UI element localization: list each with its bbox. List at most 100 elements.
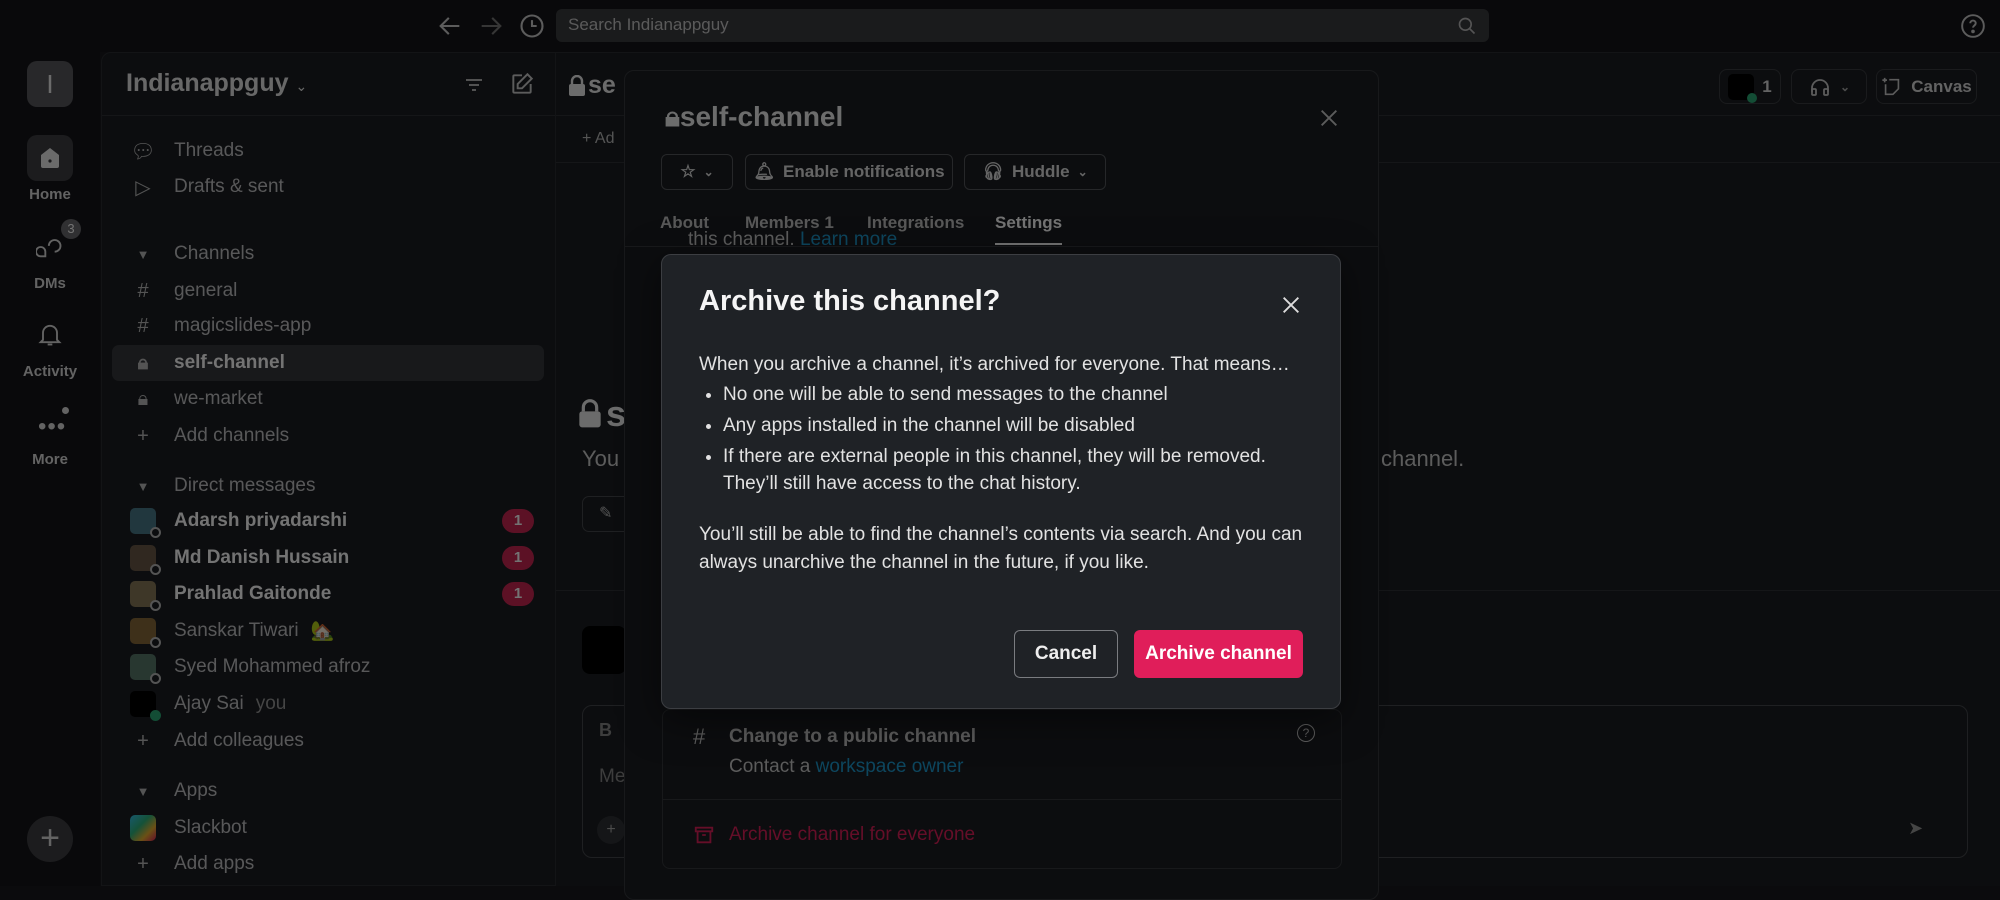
sidebar-item-self-channel[interactable]: 🔒︎ self-channel [112, 345, 544, 381]
sidebar-item-general[interactable]: # general [112, 273, 544, 309]
hash-icon: # [137, 279, 149, 302]
top-bar: Search Indianappguy [0, 0, 2000, 52]
channel-name: self-channel [174, 352, 285, 373]
change-to-public-row[interactable]: # Change to a public channel Contact a w… [663, 710, 1341, 799]
sidebar-item-we-market[interactable]: 🔒︎ we-market [112, 381, 544, 417]
huddle-dropdown-button[interactable]: 🎧︎ Huddle ⌄ [964, 154, 1106, 190]
plus-icon: + [137, 852, 149, 875]
help-icon[interactable]: ? [1297, 724, 1315, 742]
archive-everyone-label: Archive channel for everyone [729, 824, 976, 845]
huddle-label: Huddle [1011, 162, 1070, 181]
enable-notifications-button[interactable]: 🔔︎ Enable notifications [745, 154, 953, 190]
dm-name: Prahlad Gaitonde [174, 583, 332, 604]
sidebar-item-magicslides-app[interactable]: # magicslides-app [112, 308, 544, 344]
channel-name: magicslides-app [174, 315, 312, 336]
bold-format-button[interactable]: B [599, 720, 612, 741]
bullet-item: If there are external people in this cha… [723, 443, 1309, 497]
sidebar-item-drafts[interactable]: ▷ Drafts & sent [112, 169, 544, 205]
canvas-button[interactable]: Canvas [1876, 69, 1977, 104]
dm-name: Adarsh priyadarshi [174, 510, 348, 531]
dm-item-self[interactable]: Ajay Sai you [112, 686, 544, 722]
dialog-footer-text: You’ll still be able to find the channel… [699, 524, 1303, 573]
chevron-down-icon: ⌄ [1077, 165, 1088, 179]
channels-section-header[interactable]: ▼ Channels [112, 236, 544, 272]
huddle-button[interactable]: ⌄ [1791, 69, 1867, 104]
avatar [130, 508, 161, 538]
sidebar-header: Indianappguy ⌄ [102, 53, 555, 116]
you-label: you [255, 693, 287, 714]
lock-icon [578, 399, 602, 429]
workspace-name[interactable]: Indianappguy ⌄ [126, 69, 307, 98]
compose-icon[interactable] [509, 71, 535, 97]
channels-header-label: Channels [174, 243, 255, 264]
lock-icon: 🔒︎ [137, 387, 149, 410]
cancel-button[interactable]: Cancel [1014, 630, 1118, 678]
canvas-icon [1881, 76, 1903, 98]
add-channels-button[interactable]: + Add channels [112, 418, 544, 454]
add-colleagues-button[interactable]: + Add colleagues [112, 723, 544, 759]
history-icon[interactable] [518, 12, 546, 40]
caret-down-icon: ▼ [136, 783, 150, 799]
close-icon[interactable] [1280, 294, 1302, 316]
threads-icon: 💬︎ [130, 140, 156, 163]
workspace-switcher[interactable]: I [27, 61, 73, 107]
apps-section-header[interactable]: ▼ Apps [112, 773, 544, 809]
settings-card: # Change to a public channel Contact a w… [662, 709, 1342, 869]
sidebar-item-threads[interactable]: 💬︎ Threads [112, 133, 544, 169]
channel-name: general [174, 280, 238, 301]
intro-title: s [578, 393, 626, 435]
channel-name: we-market [174, 388, 263, 409]
dm-name: Syed Mohammed afroz [174, 656, 371, 677]
avatar [130, 691, 161, 721]
forward-arrow-icon[interactable] [477, 12, 505, 40]
star-icon: ☆ [680, 162, 696, 181]
send-icon[interactable]: ➤ [1908, 818, 1923, 839]
dm-item[interactable]: Syed Mohammed afroz [112, 649, 544, 685]
workspace-rail: I Home 3 DMs Activity ••• More + [0, 52, 100, 886]
dm-item[interactable]: Md Danish Hussain 1 [112, 540, 544, 576]
home-button[interactable] [27, 135, 73, 181]
more-icon[interactable]: ••• [38, 413, 66, 441]
dm-item[interactable]: Prahlad Gaitonde 1 [112, 576, 544, 612]
workspace-owner-link[interactable]: workspace owner [816, 756, 964, 777]
chevron-down-icon: ⌄ [1839, 79, 1851, 94]
canvas-label: Canvas [1911, 76, 1972, 96]
search-input[interactable]: Search Indianappguy [556, 9, 1489, 42]
send-icon: ▷ [135, 176, 151, 199]
help-icon[interactable] [1960, 13, 1986, 39]
dm-item[interactable]: Adarsh priyadarshi 1 [112, 503, 544, 539]
caret-down-icon: ▼ [136, 246, 150, 262]
search-placeholder: Search Indianappguy [568, 15, 729, 34]
threads-label: Threads [174, 140, 244, 161]
dm-section-header[interactable]: ▼ Direct messages [112, 468, 544, 504]
close-icon[interactable] [1318, 107, 1340, 129]
archive-channel-button[interactable]: Archive channel [1134, 630, 1303, 678]
avatar [130, 581, 161, 611]
add-bookmark-button[interactable]: + Ad [582, 130, 614, 148]
dialog-title: Archive this channel? [699, 285, 1001, 317]
tab-settings[interactable]: Settings [995, 213, 1063, 245]
channel-header-title[interactable]: se [568, 71, 616, 100]
dms-badge: 3 [61, 219, 81, 239]
peek-text: this channel. Learn more [688, 229, 898, 250]
star-button[interactable]: ☆ ⌄ [661, 154, 733, 190]
app-item-slackbot[interactable]: Slackbot [112, 810, 544, 846]
dm-item[interactable]: Sanskar Tiwari 🏡 [112, 613, 544, 649]
change-public-sub: Contact a workspace owner [729, 756, 964, 777]
learn-more-link[interactable]: Learn more [800, 229, 897, 250]
filter-icon[interactable] [462, 73, 486, 97]
add-workspace-button[interactable]: + [27, 816, 73, 862]
members-button[interactable]: 1 [1719, 69, 1781, 104]
caret-down-icon: ▼ [136, 478, 150, 494]
back-arrow-icon[interactable] [436, 12, 464, 40]
bell-icon[interactable] [36, 320, 64, 348]
bullet-item: Any apps installed in the channel will b… [723, 412, 1309, 439]
archive-box-icon [693, 824, 715, 846]
chevron-down-icon: ⌄ [295, 78, 308, 94]
dms-icon[interactable] [36, 233, 64, 261]
attach-plus-button[interactable]: + [597, 816, 625, 844]
add-apps-button[interactable]: + Add apps [112, 846, 544, 882]
activity-label: Activity [22, 363, 78, 380]
archive-for-everyone-row[interactable]: Archive channel for everyone [663, 800, 1341, 870]
composer-placeholder: Me [599, 766, 626, 787]
